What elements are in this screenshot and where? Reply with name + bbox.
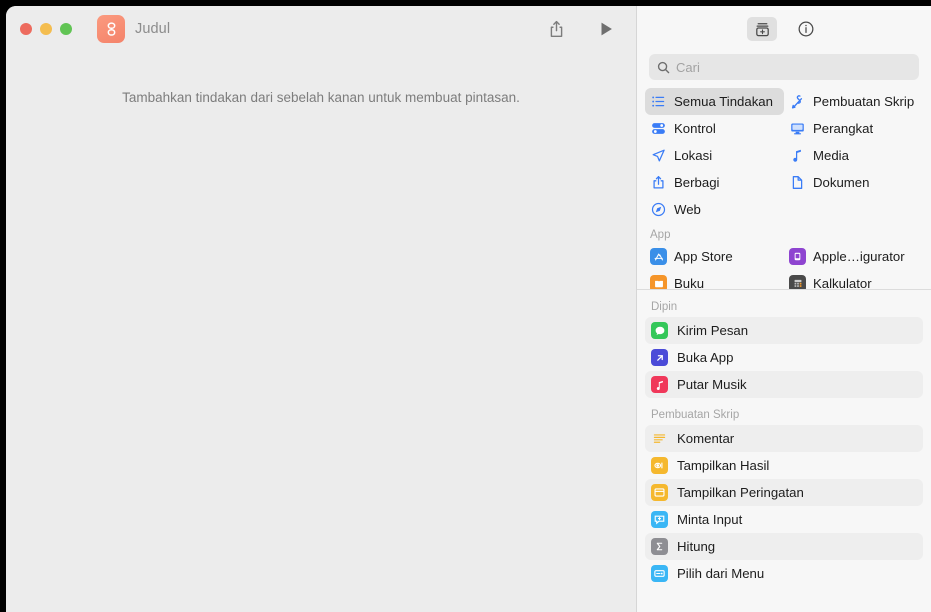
document-title[interactable]: Judul (135, 21, 170, 37)
action-label: Buka App (677, 350, 734, 365)
app-label: App Store (674, 249, 733, 264)
shortcuts-app-icon (97, 15, 125, 43)
category-label: Dokumen (813, 175, 870, 190)
app-buku[interactable]: Buku (645, 270, 784, 290)
action-label: Hitung (677, 539, 716, 554)
action-putar-musik[interactable]: Putar Musik (645, 371, 923, 398)
action-label: Komentar (677, 431, 735, 446)
scripting-icon (789, 93, 806, 110)
category-grid: Semua Tindakan Pembuatan Skrip Kontrol P… (637, 88, 931, 290)
action-library-button[interactable] (747, 17, 777, 41)
location-icon (650, 147, 667, 164)
zoom-button[interactable] (60, 23, 72, 35)
category-label: Semua Tindakan (674, 94, 773, 109)
editor-canvas[interactable]: Tambahkan tindakan dari sebelah kanan un… (6, 52, 636, 612)
category-label: Perangkat (813, 121, 874, 136)
apple-configurator-icon (789, 248, 806, 265)
action-list[interactable]: Dipin Kirim Pesan Buka App Putar Musik P… (637, 290, 931, 612)
calculate-icon (651, 538, 668, 555)
category-lokasi[interactable]: Lokasi (645, 142, 784, 169)
safari-icon (650, 201, 667, 218)
messages-icon (651, 322, 668, 339)
action-label: Pilih dari Menu (677, 566, 765, 581)
controls-icon (650, 120, 667, 137)
scripting-section-header: Pembuatan Skrip (651, 409, 740, 421)
shortcuts-window: Judul Tambahkan tindakan dari sebelah ka… (6, 6, 931, 612)
action-label: Tampilkan Peringatan (677, 485, 804, 500)
action-library-pane: Cari Semua Tindakan Pembuatan Skrip Kont… (636, 6, 931, 612)
category-label: Pembuatan Skrip (813, 94, 915, 109)
category-semua-tindakan[interactable]: Semua Tindakan (645, 88, 784, 115)
category-berbagi[interactable]: Berbagi (645, 169, 784, 196)
category-label: Lokasi (674, 148, 713, 163)
close-button[interactable] (20, 23, 32, 35)
grid-filler (784, 196, 923, 223)
info-button[interactable] (791, 17, 821, 41)
action-komentar[interactable]: Komentar (645, 425, 923, 452)
action-label: Minta Input (677, 512, 743, 527)
action-label: Putar Musik (677, 377, 747, 392)
calculator-icon (789, 275, 806, 289)
search-input[interactable]: Cari (649, 54, 919, 80)
app-section-header: App (650, 229, 671, 241)
books-icon (650, 275, 667, 289)
category-label: Media (813, 148, 849, 163)
share-button[interactable] (542, 15, 570, 43)
empty-state-hint: Tambahkan tindakan dari sebelah kanan un… (122, 90, 520, 105)
category-dokumen[interactable]: Dokumen (784, 169, 923, 196)
category-pembuatan-skrip[interactable]: Pembuatan Skrip (784, 88, 923, 115)
shortcut-editor-pane: Judul Tambahkan tindakan dari sebelah ka… (6, 6, 636, 612)
titlebar: Judul (6, 6, 636, 52)
app-apple-configurator[interactable]: Apple…igurator (784, 243, 923, 270)
show-alert-icon (651, 484, 668, 501)
traffic-lights (20, 23, 72, 35)
app-app-store[interactable]: App Store (645, 243, 784, 270)
action-kirim-pesan[interactable]: Kirim Pesan (645, 317, 923, 344)
action-buka-app[interactable]: Buka App (645, 344, 923, 371)
search-icon (657, 61, 670, 73)
app-label: Buku (674, 276, 705, 290)
search-row: Cari (637, 52, 931, 88)
category-label: Berbagi (674, 175, 720, 190)
category-label: Web (674, 202, 701, 217)
ask-input-icon (651, 511, 668, 528)
open-app-icon (651, 349, 668, 366)
category-perangkat[interactable]: Perangkat (784, 115, 923, 142)
category-web[interactable]: Web (645, 196, 784, 223)
list-bullet-icon (650, 93, 667, 110)
minimize-button[interactable] (40, 23, 52, 35)
pinned-section-header: Dipin (651, 301, 678, 313)
app-label: Kalkulator (813, 276, 872, 290)
action-pilih-dari-menu[interactable]: Pilih dari Menu (645, 560, 923, 587)
library-toolbar (637, 6, 931, 52)
choose-menu-icon (651, 565, 668, 582)
app-label: Apple…igurator (813, 249, 905, 264)
app-kalkulator[interactable]: Kalkulator (784, 270, 923, 290)
category-label: Kontrol (674, 121, 716, 136)
category-kontrol[interactable]: Kontrol (645, 115, 784, 142)
action-tampilkan-hasil[interactable]: Tampilkan Hasil (645, 452, 923, 479)
app-store-icon (650, 248, 667, 265)
share-icon (650, 174, 667, 191)
run-button[interactable] (592, 15, 620, 43)
document-icon (789, 174, 806, 191)
action-tampilkan-peringatan[interactable]: Tampilkan Peringatan (645, 479, 923, 506)
category-scroll-region[interactable]: Semua Tindakan Pembuatan Skrip Kontrol P… (637, 88, 931, 290)
action-minta-input[interactable]: Minta Input (645, 506, 923, 533)
comment-icon (651, 430, 668, 447)
category-media[interactable]: Media (784, 142, 923, 169)
search-placeholder: Cari (676, 59, 700, 75)
music-note-icon (789, 147, 806, 164)
action-label: Kirim Pesan (677, 323, 749, 338)
action-hitung[interactable]: Hitung (645, 533, 923, 560)
action-label: Tampilkan Hasil (677, 458, 770, 473)
show-result-icon (651, 457, 668, 474)
device-icon (789, 120, 806, 137)
music-icon (651, 376, 668, 393)
